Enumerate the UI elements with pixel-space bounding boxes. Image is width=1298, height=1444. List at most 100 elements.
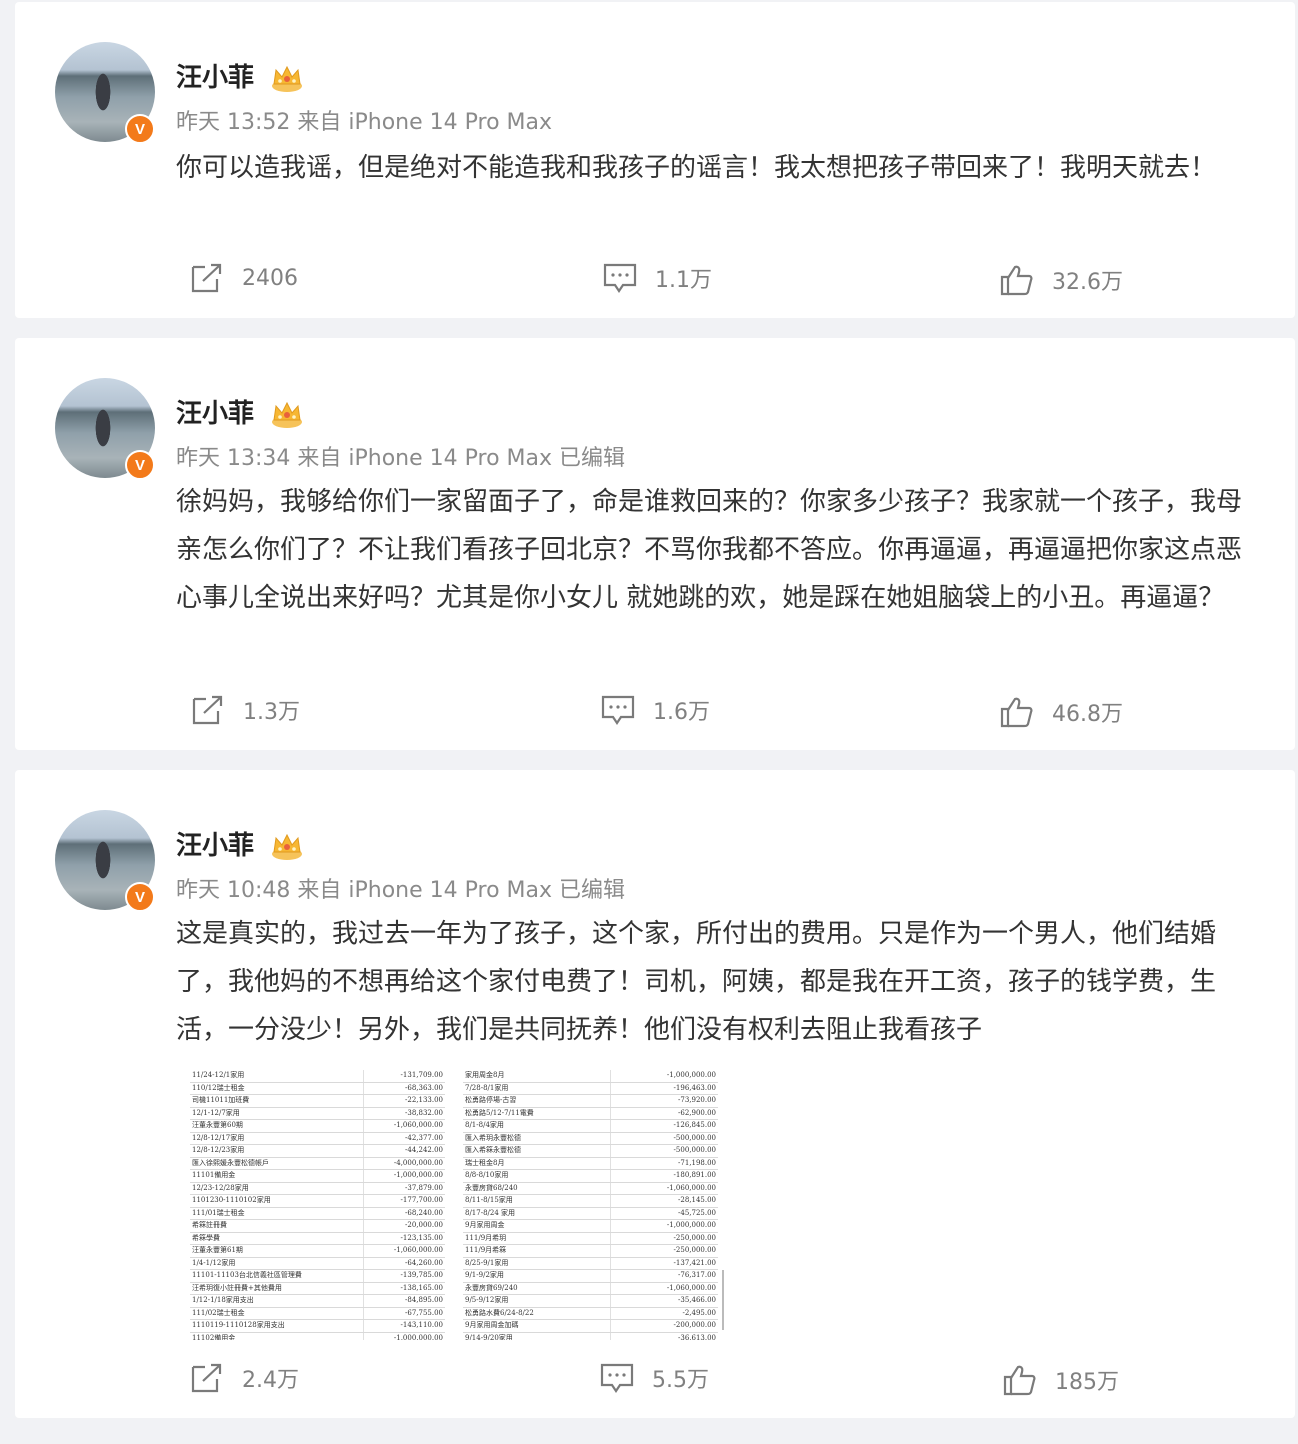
sheet-amount: -64,260.00 [363,1257,445,1270]
sheet-row: 8/25-9/1家用 -137,421.00 [463,1257,718,1270]
sheet-row: 9/14-9/20家用 -36,613.00 [463,1332,718,1340]
sheet-item: 111/01瑞士租金 [190,1207,364,1220]
comment-button[interactable]: 5.5万 [600,1362,709,1394]
sheet-amount: -1,060,000.00 [609,1182,718,1195]
sheet-row: 8/11-8/15家用 -28,145.00 [463,1194,718,1208]
thumbs-up-icon [1000,265,1033,296]
verified-icon: V [125,450,155,480]
sheet-row: 匯入徐熙媛永豐松德帳戶 -4,000,000.00 [190,1157,445,1170]
sheet-item: 11/24-12/1家用 [190,1070,364,1083]
post-text: 这是真实的，我过去一年为了孩子，这个家，所付出的费用。只是作为一个男人，他们结婚… [176,919,1217,1045]
like-button[interactable]: 32.6万 [1000,264,1123,296]
comment-count: 1.6万 [653,700,710,725]
sheet-row: 9/1-9/2家用 -76,317.00 [463,1269,718,1283]
sheet-item: 汪希玥復小註冊費+其他費用 [190,1282,364,1295]
sheet-row: 11/24-12/1家用 -131,709.00 [190,1070,445,1083]
sheet-row: 匯入希玥永豐松德 -500,000.00 [463,1132,718,1145]
sheet-amount: -1,000,000.00 [609,1219,718,1233]
sheet-row: 9月家用周金 -1,000,000.00 [463,1219,718,1233]
sheet-amount: -123,135.00 [363,1232,445,1245]
sheet-amount: -71,198.00 [609,1157,718,1170]
sheet-item: 家用周金8月 [463,1070,611,1083]
sheet-item: 8/11-8/15家用 [463,1194,611,1208]
sheet-amount: -500,000.00 [609,1132,718,1145]
sheet-row: 1/4-1/12家用 -64,260.00 [190,1257,445,1270]
post-meta: 昨天 13:34 来自 iPhone 14 Pro Max 已编辑 [176,446,625,471]
sheet-amount: -1,060,000.00 [609,1282,718,1295]
sheet-row: 110/12瑞士租金 -68,363.00 [190,1082,445,1095]
sheet-item: 永豐房貸68/240 [463,1182,611,1195]
sheet-amount: -1,060,000.00 [363,1244,445,1258]
sheet-amount: -73,920.00 [609,1094,718,1108]
sheet-item: 永豐房貸69/240 [463,1282,611,1295]
sheet-amount: -28,145.00 [609,1194,718,1208]
sheet-amount: -177,700.00 [363,1194,445,1208]
author-name[interactable]: 汪小菲 [176,396,254,432]
sheet-amount: -143,110.00 [363,1319,445,1333]
sheet-row: 111/9月希玥 -250,000.00 [463,1232,718,1245]
sheet-row: 11101備用金 -1,000,000.00 [190,1169,445,1183]
sheet-amount: -250,000.00 [609,1232,718,1245]
sheet-item: 11101備用金 [190,1169,364,1183]
sheet-row: 松勇路水費6/24-8/22 -2,495.00 [463,1307,718,1320]
sheet-amount: -42,377.00 [363,1132,445,1145]
sheet-amount: -36,613.00 [609,1332,718,1340]
crown-badge-icon[interactable] [270,398,304,430]
image-scrollbar [722,1270,724,1330]
repost-button[interactable]: 2406 [190,262,298,294]
sheet-item: 匯入希箖永豐松德 [463,1144,611,1158]
sheet-item: 8/1-8/4家用 [463,1119,611,1133]
author-name[interactable]: 汪小菲 [176,828,254,864]
sheet-item: 松勇路5/12-7/11電費 [463,1107,611,1120]
sheet-amount: -180,891.00 [609,1169,718,1183]
sheet-row: 永豐房貸69/240 -1,060,000.00 [463,1282,718,1295]
sheet-row: 12/8-12/23家用 -44,242.00 [190,1144,445,1158]
sheet-item: 11102備用金 [190,1332,364,1340]
like-button[interactable]: 46.8万 [1000,696,1123,728]
author-name[interactable]: 汪小菲 [176,60,254,96]
sheet-amount: -62,900.00 [609,1107,718,1120]
sheet-row: 8/8-8/10家用 -180,891.00 [463,1169,718,1183]
sheet-amount: -44,242.00 [363,1144,445,1158]
sheet-row: 汪董永豐第61期 -1,060,000.00 [190,1244,445,1258]
comment-button[interactable]: 1.6万 [601,694,710,726]
sheet-item: 希箖學費 [190,1232,364,1245]
repost-icon [192,695,223,725]
sheet-amount: -1,000,000.00 [609,1070,718,1083]
sheet-item: 汪董永豐第60期 [190,1119,364,1133]
sheet-item: 9月家用周金加碼 [463,1319,611,1333]
sheet-item: 9月家用周金 [463,1219,611,1233]
sheet-row: 8/1-8/4家用 -126,845.00 [463,1119,718,1133]
crown-badge-icon[interactable] [270,830,304,862]
comment-button[interactable]: 1.1万 [603,262,712,294]
post-card: V 汪小菲 昨天 10:48 来自 iPhone 14 Pro Max 已编辑 … [15,770,1295,1418]
sheet-item: 12/8-12/17家用 [190,1132,364,1145]
post-image-expense-sheet[interactable]: 11/24-12/1家用 -131,709.00 110/12瑞士租金 -68,363… [190,1070,445,1340]
crown-badge-icon[interactable] [270,62,304,94]
sheet-amount: -22,133.00 [363,1094,445,1108]
sheet-item: 松勇路停場-古習 [463,1094,611,1108]
sheet-item: 瑞士租金8月 [463,1157,611,1170]
repost-count: 1.3万 [243,700,300,725]
sheet-item: 9/1-9/2家用 [463,1269,611,1283]
sheet-item: 9/14-9/20家用 [463,1332,611,1340]
repost-button[interactable]: 2.4万 [190,1362,299,1394]
sheet-row: 匯入希箖永豐松德 -500,000.00 [463,1144,718,1158]
sheet-row: 9月家用周金加碼 -200,000.00 [463,1319,718,1333]
sheet-row: 111/01瑞士租金 -68,240.00 [190,1207,445,1220]
sheet-amount: -76,317.00 [609,1269,718,1283]
post-image-expense-sheet[interactable]: 家用周金8月 -1,000,000.00 7/28-8/1家用 -196,463.00… [463,1070,718,1340]
sheet-amount: -250,000.00 [609,1244,718,1258]
like-button[interactable]: 185万 [1003,1364,1119,1396]
repost-button[interactable]: 1.3万 [191,694,300,726]
sheet-amount: -84,895.00 [363,1294,445,1308]
comment-count: 5.5万 [652,1368,709,1393]
sheet-row: 家用周金8月 -1,000,000.00 [463,1070,718,1083]
sheet-row: 8/17-8/24 家用 -45,725.00 [463,1207,718,1220]
like-count: 46.8万 [1052,702,1123,727]
sheet-amount: -139,785.00 [363,1269,445,1283]
thumbs-up-icon [1003,1365,1036,1396]
sheet-row: 7/28-8/1家用 -196,463.00 [463,1082,718,1095]
sheet-row: 12/8-12/17家用 -42,377.00 [190,1132,445,1145]
sheet-amount: -1,000,000.00 [363,1169,445,1183]
